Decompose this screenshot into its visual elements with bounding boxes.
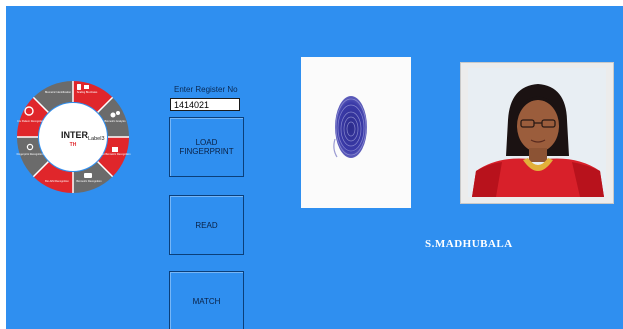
svg-text:Biometric Analysis: Biometric Analysis [104, 119, 126, 123]
logo-center-subtext: Label3 [88, 136, 105, 142]
app-window: Scaling Bio-Rates Biometric Analysis Foo… [6, 6, 623, 329]
fingerprint-image [301, 57, 411, 208]
fingerprint-icon [333, 96, 367, 158]
svg-text:TH: TH [70, 142, 77, 148]
svg-text:Fingerprint Recognition: Fingerprint Recognition [17, 152, 44, 156]
person-photo [468, 68, 606, 197]
match-button[interactable]: MATCH [169, 271, 244, 329]
svg-text:Iris Pattern Recognition: Iris Pattern Recognition [18, 119, 46, 123]
svg-text:Biometric Recognition: Biometric Recognition [76, 179, 102, 183]
register-input[interactable] [170, 98, 240, 111]
matched-name: S.MADHUBALA [425, 238, 513, 250]
register-label: Enter Register No [174, 85, 238, 94]
interlabel-logo: Scaling Bio-Rates Biometric Analysis Foo… [17, 81, 131, 193]
logo-center-text: INTER [61, 130, 89, 140]
svg-text:Scaling Bio-Rates: Scaling Bio-Rates [77, 90, 98, 94]
svg-text:Foot Biometric Recognition: Foot Biometric Recognition [99, 152, 131, 156]
load-fingerprint-button[interactable]: LOAD FINGERPRINT [169, 117, 244, 177]
read-button[interactable]: READ [169, 195, 244, 255]
photo-frame [460, 62, 614, 204]
svg-text:Bio-AIM Recognition: Bio-AIM Recognition [45, 179, 69, 183]
svg-text:Biometric Identification: Biometric Identification [45, 90, 72, 94]
